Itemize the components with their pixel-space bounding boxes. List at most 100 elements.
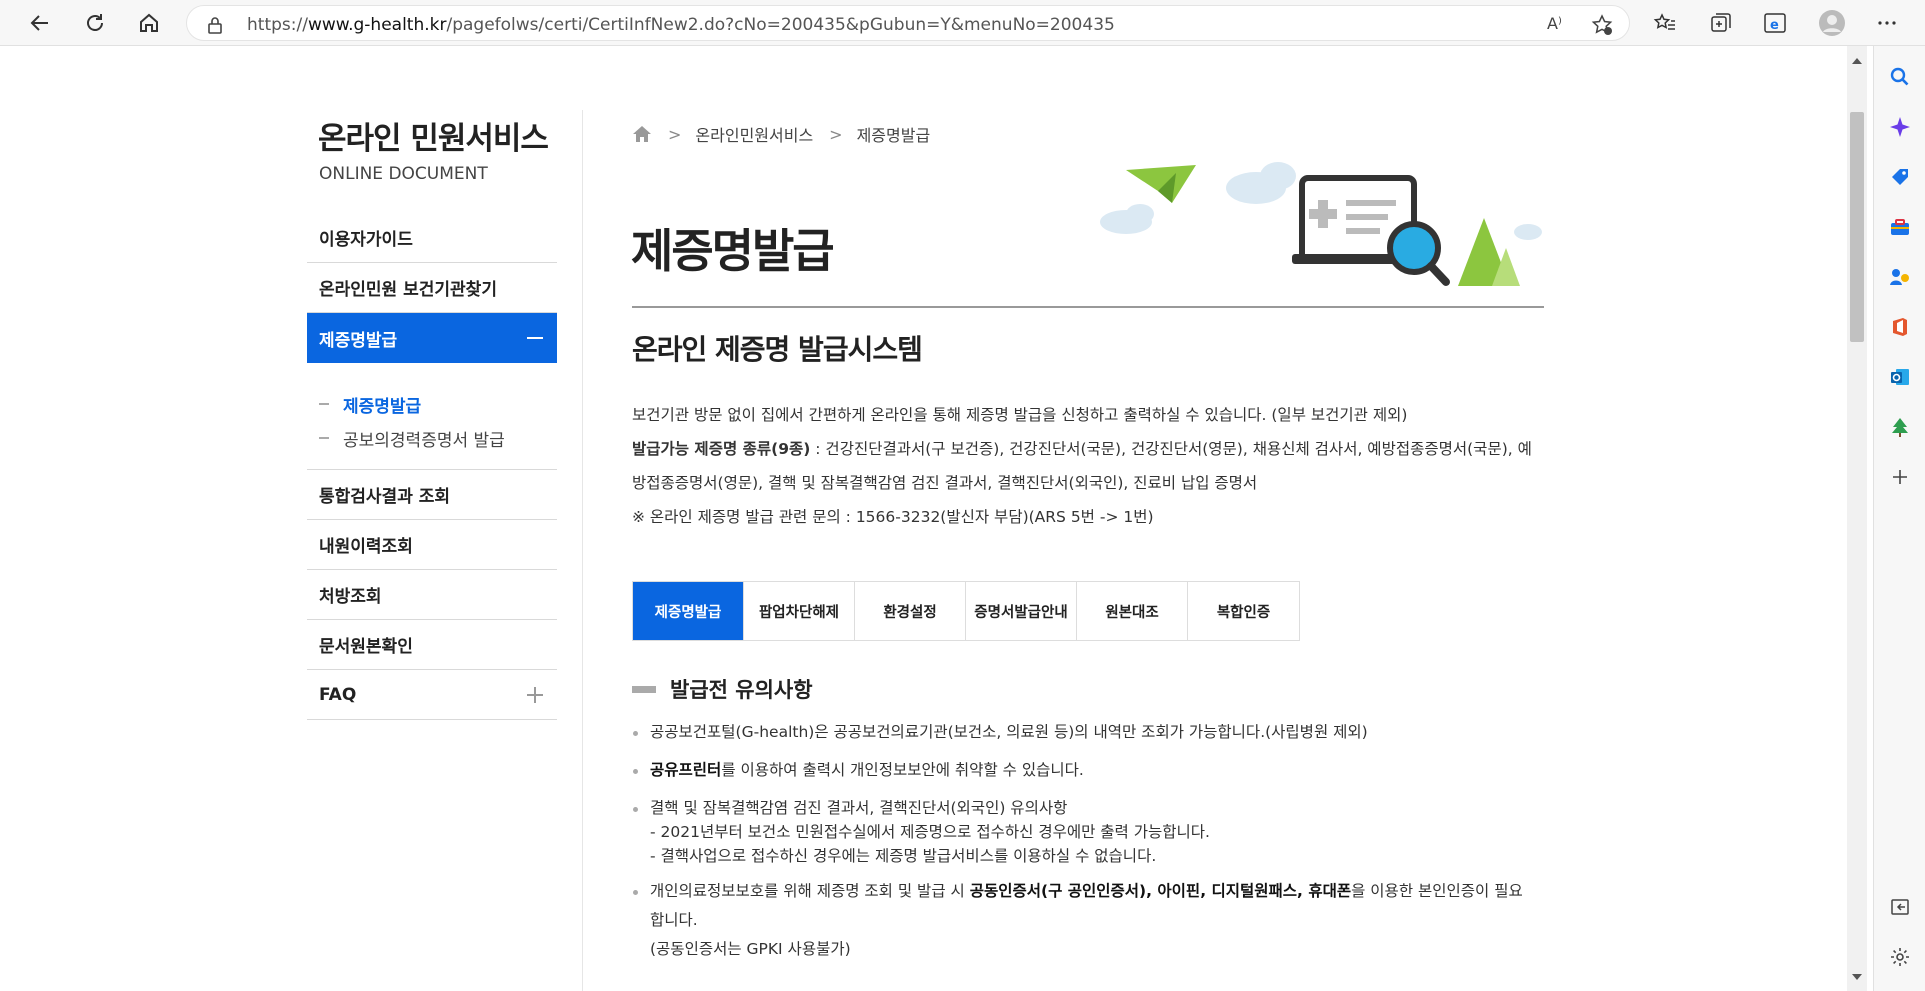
favorites-button[interactable]	[1650, 8, 1680, 38]
paper-plane-icon	[1126, 165, 1196, 203]
tab-popup-unblock[interactable]: 팝업차단해제	[744, 582, 855, 640]
scroll-down-arrow[interactable]	[1852, 974, 1862, 980]
list-item: 공유프린터를 이용하여 출력시 개인정보보안에 취약할 수 있습니다.	[632, 756, 1532, 785]
breadcrumb-item[interactable]: 온라인민원서비스	[695, 122, 813, 146]
office-icon	[1893, 318, 1907, 336]
menu-item-label: 통합검사결과 조회	[319, 487, 451, 507]
scroll-up-arrow[interactable]	[1852, 58, 1862, 64]
back-button[interactable]	[24, 7, 56, 39]
tab-original-compare[interactable]: 원본대조	[1077, 582, 1188, 640]
notice-list: 공공보건포털(G-health)은 공공보건의료기관(보건소, 의료원 등)의 …	[632, 718, 1532, 973]
sidebar-tree-button[interactable]	[1887, 414, 1913, 440]
sidebar-shopping-button[interactable]	[1887, 164, 1913, 190]
tab-certificate-issue[interactable]: 제증명발급	[633, 582, 744, 640]
menu-item-prescriptions[interactable]: 처방조회	[307, 570, 557, 620]
toolbox-icon	[1891, 219, 1909, 235]
desc-line-2: 발급가능 제증명 종류(9종) : 건강진단결과서(구 보건증), 건강진단서(…	[632, 440, 1532, 492]
home-icon[interactable]	[632, 125, 652, 143]
sidebar-tools-button[interactable]	[1887, 214, 1913, 240]
list-item: 개인의료정보보호를 위해 제증명 조회 및 발급 시 공동인증서(구 공인인증서…	[632, 877, 1532, 964]
chevron-right-icon: >	[829, 124, 843, 144]
magnifier-icon	[1387, 221, 1450, 286]
browser-toolbar: https://www.g-health.kr/pagefolws/certi/…	[0, 0, 1925, 46]
dash-icon	[319, 403, 329, 405]
cloud-left-icon	[1100, 204, 1154, 234]
tag-icon	[1892, 169, 1908, 185]
chevron-right-icon: >	[668, 124, 682, 144]
page-scrollbar[interactable]	[1847, 46, 1867, 991]
ie-mode-icon: e	[1764, 13, 1786, 33]
cloud-top-icon	[1226, 162, 1296, 204]
games-people-icon	[1890, 269, 1909, 285]
content-divider	[582, 110, 583, 991]
sidebar-copilot-button[interactable]	[1887, 114, 1913, 140]
menu-item-visit-history[interactable]: 내원이력조회	[307, 520, 557, 570]
sidebar-office-button[interactable]	[1887, 314, 1913, 340]
sidebar-games-button[interactable]	[1887, 264, 1913, 290]
side-menu: 이용자가이드 온라인민원 보건기관찾기 제증명발급 제증명발급 공보의경력증명서…	[307, 213, 557, 720]
desc-contact: ※ 온라인 제증명 발급 관련 문의 : 1566-3232(발신자 부담)(A…	[632, 508, 1154, 526]
lnb-title: 온라인 민원서비스	[318, 121, 549, 157]
url-text[interactable]: https://www.g-health.kr/pagefolws/certi/…	[247, 15, 1115, 35]
sparkle-icon	[1890, 117, 1910, 137]
heading-bar-icon	[632, 685, 656, 693]
cloud-right-icon	[1514, 224, 1542, 240]
menu-item-document-verify[interactable]: 문서원본확인	[307, 620, 557, 670]
collapse-minus-icon[interactable]	[527, 337, 543, 339]
submenu-item-career-certificate[interactable]: 공보의경력증명서 발급	[319, 421, 557, 455]
service-description: 보건기관 방문 없이 집에서 간편하게 온라인을 통해 제증명 발급을 신청하고…	[632, 398, 1532, 534]
profile-button[interactable]	[1817, 8, 1847, 38]
address-bar[interactable]: https://www.g-health.kr/pagefolws/certi/…	[186, 5, 1630, 41]
lnb-subtitle: ONLINE DOCUMENT	[319, 164, 488, 184]
tab-issue-guide[interactable]: 증명서발급안내	[966, 582, 1077, 640]
menu-item-find-agency[interactable]: 온라인민원 보건기관찾기	[307, 263, 557, 313]
menu-item-label: FAQ	[319, 684, 357, 705]
sidebar-outlook-button[interactable]	[1887, 364, 1913, 390]
menu-item-label: 내원이력조회	[319, 537, 413, 557]
title-divider	[632, 306, 1544, 308]
lock-icon[interactable]	[207, 16, 223, 34]
ie-mode-button[interactable]: e	[1760, 8, 1790, 38]
notice-heading: 발급전 유의사항	[632, 674, 813, 704]
certificate-tabs: 제증명발급 팝업차단해제 환경설정 증명서발급안내 원본대조 복합인증	[632, 581, 1300, 641]
breadcrumb-item-current: 제증명발급	[856, 126, 931, 145]
list-item: 결핵 및 잠복결핵감염 검진 결과서, 결핵진단서(외국인) 유의사항 - 20…	[632, 794, 1532, 868]
sidebar-add-button[interactable]	[1887, 464, 1913, 490]
gear-icon	[1891, 948, 1909, 966]
submenu-certificates: 제증명발급 공보의경력증명서 발급	[307, 363, 557, 470]
sidebar-search-button[interactable]	[1887, 64, 1913, 90]
outlook-icon	[1891, 369, 1909, 385]
plus-icon	[1893, 470, 1907, 484]
tree-icon	[1892, 418, 1908, 437]
certificate-illustration	[1100, 162, 1542, 286]
search-icon	[1890, 67, 1909, 86]
scroll-thumb[interactable]	[1850, 112, 1864, 342]
collections-button[interactable]	[1706, 8, 1736, 38]
menu-item-label: 온라인민원 보건기관찾기	[319, 280, 497, 300]
breadcrumb: > 온라인민원서비스 > 제증명발급	[632, 122, 930, 146]
more-menu-button[interactable]	[1872, 8, 1902, 38]
arrow-left-icon	[30, 15, 48, 31]
menu-item-certificates[interactable]: 제증명발급	[307, 313, 557, 363]
menu-item-user-guide[interactable]: 이용자가이드	[307, 213, 557, 263]
tab-multi-auth[interactable]: 복합인증	[1188, 582, 1299, 640]
avatar-icon	[1819, 10, 1845, 36]
menu-item-label: 제증명발급	[319, 330, 398, 351]
tab-settings[interactable]: 환경설정	[855, 582, 966, 640]
refresh-button[interactable]	[79, 7, 111, 39]
sidebar-hide-button[interactable]	[1887, 894, 1913, 920]
home-button[interactable]	[133, 7, 165, 39]
home-icon	[140, 13, 158, 32]
page-title: 제증명발급	[631, 224, 835, 278]
menu-item-label: 문서원본확인	[319, 637, 413, 657]
sidebar-settings-button[interactable]	[1887, 944, 1913, 970]
svg-text:e: e	[1770, 18, 1779, 33]
menu-item-faq[interactable]: FAQ	[307, 670, 557, 720]
sidebar-collapse-icon	[1891, 899, 1909, 915]
submenu-item-certificate-issue[interactable]: 제증명발급	[319, 387, 557, 421]
browser-sidebar	[1873, 46, 1925, 991]
favorite-add-icon[interactable]	[1590, 13, 1614, 37]
refresh-icon	[87, 14, 103, 31]
menu-item-test-results[interactable]: 통합검사결과 조회	[307, 470, 557, 520]
read-aloud-icon[interactable]: A⁾	[1547, 14, 1562, 33]
